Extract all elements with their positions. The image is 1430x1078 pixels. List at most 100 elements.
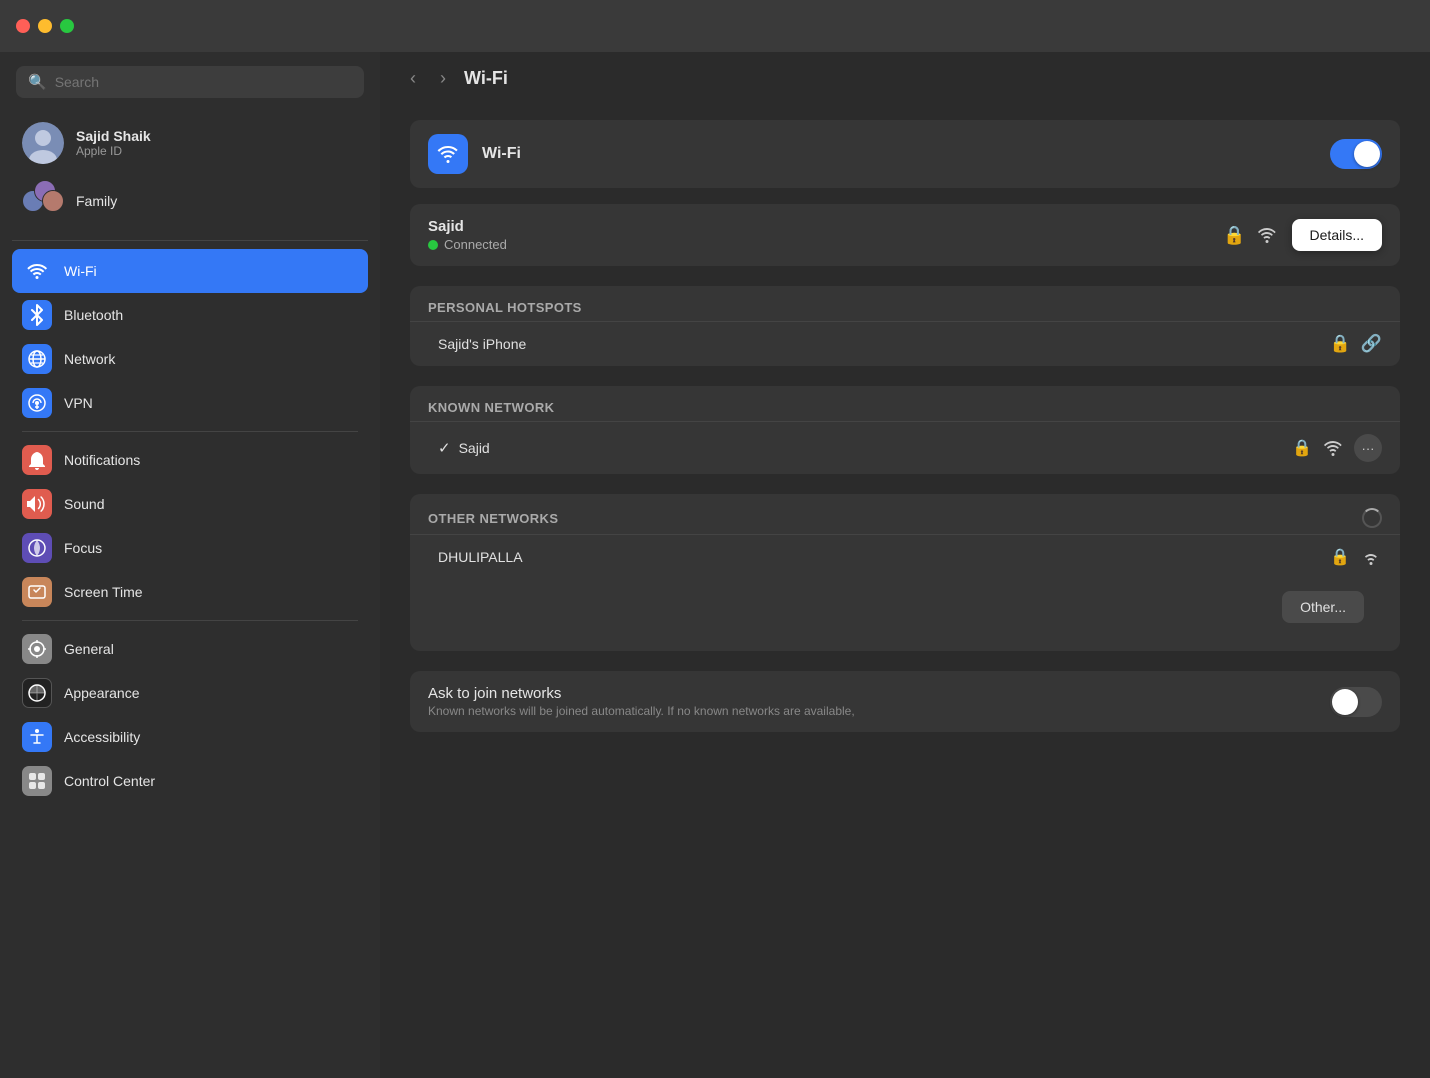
- sidebar-item-focus[interactable]: Focus: [12, 526, 368, 570]
- wifi-toggle-row: Wi-Fi: [410, 120, 1400, 188]
- hotspot-icons: 🔒 🔗: [1330, 334, 1382, 354]
- sidebar-divider-2: [22, 431, 358, 432]
- connected-network-card: Sajid Connected 🔒: [410, 204, 1400, 266]
- content-area: ‹ › Wi-Fi Wi-Fi: [380, 52, 1430, 1078]
- ask-to-join-toggle[interactable]: [1330, 687, 1382, 717]
- sidebar-item-label-sound: Sound: [64, 496, 104, 512]
- details-button[interactable]: Details...: [1292, 219, 1382, 251]
- page-title: Wi-Fi: [464, 68, 508, 89]
- other-network-item[interactable]: DHULIPALLA 🔒: [410, 534, 1400, 579]
- profile-info: Sajid Shaik Apple ID: [76, 128, 151, 158]
- family-label: Family: [76, 193, 117, 209]
- known-networks-header: Known Network: [410, 386, 1400, 421]
- other-network-icons: 🔒: [1330, 547, 1382, 567]
- sidebar-item-label-accessibility: Accessibility: [64, 729, 140, 745]
- forward-button[interactable]: ›: [434, 64, 452, 93]
- other-network-name: DHULIPALLA: [438, 549, 1330, 565]
- family-item[interactable]: Family: [12, 172, 368, 230]
- sidebar-item-label-screentime: Screen Time: [64, 584, 143, 600]
- known-network-name: Sajid: [459, 440, 1293, 456]
- connected-network-name: Sajid: [428, 218, 1223, 235]
- sidebar-item-label-vpn: VPN: [64, 395, 93, 411]
- sidebar-item-label-wifi: Wi-Fi: [64, 263, 97, 279]
- loading-spinner: [1362, 508, 1382, 528]
- lock-icon: 🔒: [1330, 334, 1351, 354]
- back-button[interactable]: ‹: [404, 64, 422, 93]
- content-body: Wi-Fi Sajid Connected 🔒: [380, 104, 1430, 1078]
- profile-item[interactable]: Sajid Shaik Apple ID: [12, 114, 368, 172]
- general-icon: [22, 634, 52, 664]
- lock-icon: 🔒: [1330, 547, 1350, 567]
- ask-to-join-row: Ask to join networks Known networks will…: [410, 671, 1400, 732]
- connected-status: Connected: [428, 237, 1223, 252]
- hotspot-name: Sajid's iPhone: [438, 336, 1330, 352]
- toggle-knob: [1354, 141, 1380, 167]
- sidebar-divider: [12, 240, 368, 241]
- search-icon: 🔍: [28, 73, 47, 91]
- ask-to-join-info: Ask to join networks Known networks will…: [428, 685, 1330, 718]
- more-options-button[interactable]: ···: [1354, 434, 1382, 462]
- notifications-icon: [22, 445, 52, 475]
- sidebar-divider-3: [22, 620, 358, 621]
- connected-row: Sajid Connected 🔒: [410, 204, 1400, 266]
- nav-section: Wi-Fi Bluetooth: [0, 245, 380, 807]
- bluetooth-icon: [22, 300, 52, 330]
- wifi-toggle-label: Wi-Fi: [482, 145, 1316, 163]
- search-bar[interactable]: 🔍: [16, 66, 364, 98]
- sidebar-item-label-controlcenter: Control Center: [64, 773, 155, 789]
- personal-hotspots-header: Personal Hotspots: [410, 286, 1400, 321]
- sidebar-item-wifi[interactable]: Wi-Fi: [12, 249, 368, 293]
- focus-icon: [22, 533, 52, 563]
- profile-section: Sajid Shaik Apple ID Family: [0, 108, 380, 236]
- vpn-icon: [22, 388, 52, 418]
- known-networks-card: Known Network ✓ Sajid 🔒 ···: [410, 386, 1400, 474]
- wifi-signal-icon: [1256, 227, 1278, 244]
- family-avatars: [22, 180, 64, 222]
- connected-icons: 🔒: [1223, 225, 1277, 246]
- toggle-knob-off: [1332, 689, 1358, 715]
- lock-icon: 🔒: [1292, 438, 1312, 458]
- sound-icon: [22, 489, 52, 519]
- ask-to-join-subtitle: Known networks will be joined automatica…: [428, 704, 1330, 718]
- known-network-icons: 🔒 ···: [1292, 434, 1382, 462]
- sidebar: 🔍 Sajid Shaik Apple ID: [0, 52, 380, 1078]
- sidebar-item-controlcenter[interactable]: Control Center: [12, 759, 368, 803]
- minimize-button[interactable]: [38, 19, 52, 33]
- connected-info: Sajid Connected: [428, 218, 1223, 252]
- other-networks-button[interactable]: Other...: [1282, 591, 1364, 623]
- sidebar-item-label-notifications: Notifications: [64, 452, 140, 468]
- sidebar-item-vpn[interactable]: VPN: [12, 381, 368, 425]
- sidebar-item-appearance[interactable]: Appearance: [12, 671, 368, 715]
- close-button[interactable]: [16, 19, 30, 33]
- sidebar-item-label-general: General: [64, 641, 114, 657]
- wifi-icon: [22, 256, 52, 286]
- wifi-icon: [1322, 440, 1344, 457]
- other-networks-title: Other Networks: [428, 511, 1362, 526]
- maximize-button[interactable]: [60, 19, 74, 33]
- sidebar-item-accessibility[interactable]: Accessibility: [12, 715, 368, 759]
- search-input[interactable]: [55, 74, 352, 90]
- sidebar-item-bluetooth[interactable]: Bluetooth: [12, 293, 368, 337]
- profile-name: Sajid Shaik: [76, 128, 151, 144]
- green-dot: [428, 240, 438, 250]
- status-text: Connected: [444, 237, 507, 252]
- wifi-toggle-switch[interactable]: [1330, 139, 1382, 169]
- sidebar-item-general[interactable]: General: [12, 627, 368, 671]
- titlebar: [0, 0, 1430, 52]
- sidebar-item-notifications[interactable]: Notifications: [12, 438, 368, 482]
- network-icon: [22, 344, 52, 374]
- link-icon: 🔗: [1361, 334, 1382, 354]
- sidebar-item-label-network: Network: [64, 351, 115, 367]
- known-network-item[interactable]: ✓ Sajid 🔒 ···: [410, 421, 1400, 474]
- sidebar-item-screentime[interactable]: Screen Time: [12, 570, 368, 614]
- appearance-icon: [22, 678, 52, 708]
- sidebar-item-network[interactable]: Network: [12, 337, 368, 381]
- accessibility-icon: [22, 722, 52, 752]
- sidebar-item-label-bluetooth: Bluetooth: [64, 307, 123, 323]
- content-header: ‹ › Wi-Fi: [380, 52, 1430, 104]
- traffic-lights: [16, 19, 74, 33]
- sidebar-item-label-focus: Focus: [64, 540, 102, 556]
- sidebar-item-sound[interactable]: Sound: [12, 482, 368, 526]
- hotspot-item[interactable]: Sajid's iPhone 🔒 🔗: [410, 321, 1400, 366]
- lock-icon: 🔒: [1223, 225, 1245, 246]
